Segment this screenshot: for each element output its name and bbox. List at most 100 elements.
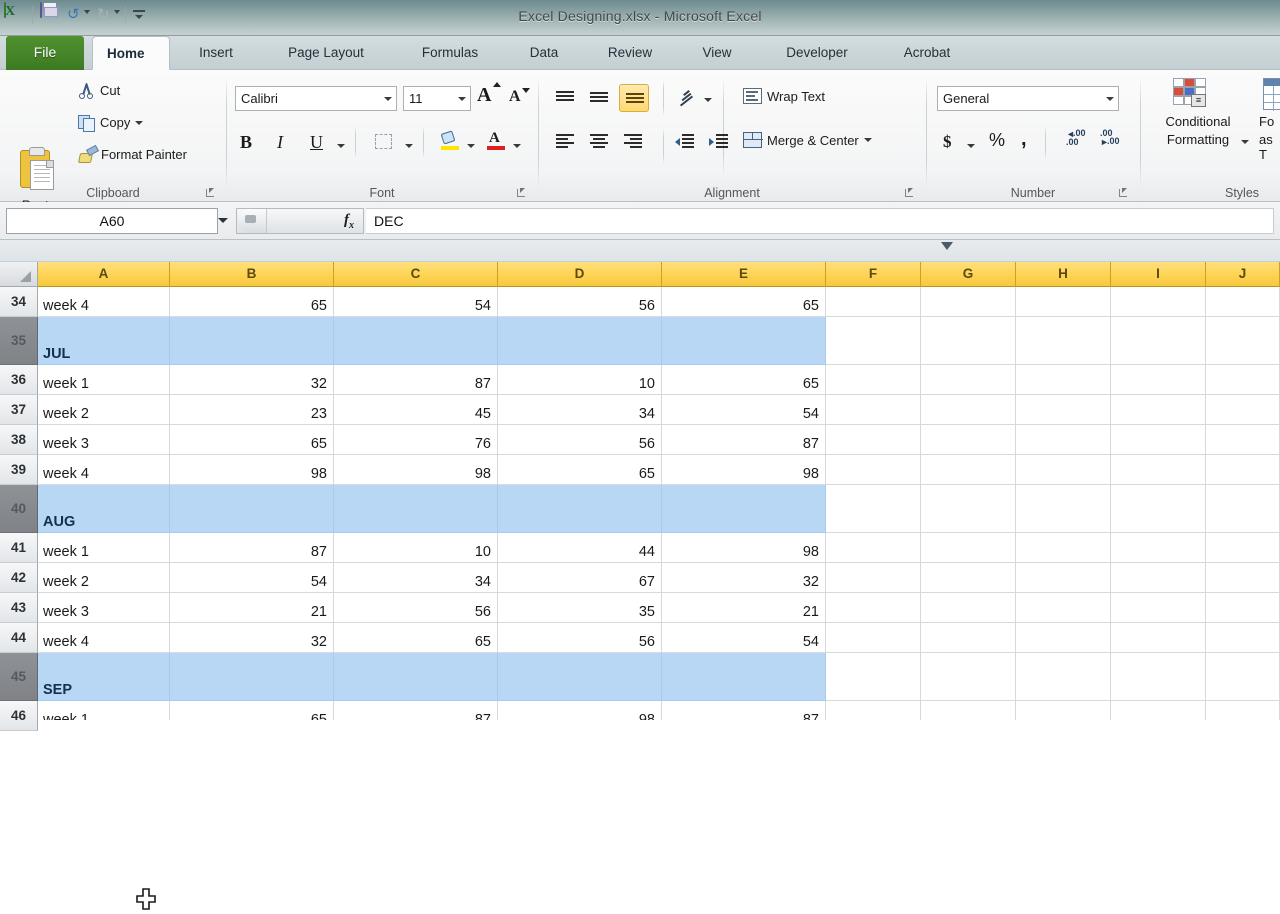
cell-J37[interactable] <box>1206 395 1280 425</box>
row-header-35[interactable]: 35 <box>0 317 38 365</box>
tab-home[interactable]: Home <box>92 36 170 70</box>
cell-F41[interactable] <box>826 533 921 563</box>
number-format-chevron-down-icon[interactable] <box>1101 87 1118 110</box>
cell-I37[interactable] <box>1111 395 1206 425</box>
cell-B35[interactable] <box>170 317 334 365</box>
cell-A37[interactable]: week 2 <box>38 395 170 425</box>
cell-I40[interactable] <box>1111 485 1206 533</box>
cell-B37[interactable]: 23 <box>170 395 334 425</box>
cell-I38[interactable] <box>1111 425 1206 455</box>
cell-J43[interactable] <box>1206 593 1280 623</box>
cell-F45[interactable] <box>826 653 921 701</box>
cell-B44[interactable]: 32 <box>170 623 334 653</box>
cell-D37[interactable]: 34 <box>498 395 662 425</box>
cell-D34[interactable]: 56 <box>498 287 662 317</box>
cell-G46[interactable] <box>921 701 1016 720</box>
tab-file[interactable]: File <box>6 36 84 70</box>
conditional-formatting-label-line1[interactable]: Conditional <box>1143 114 1253 129</box>
cell-C34[interactable]: 54 <box>334 287 498 317</box>
cell-F34[interactable] <box>826 287 921 317</box>
row-header-36[interactable]: 36 <box>0 365 38 395</box>
borders-icon[interactable] <box>375 134 392 149</box>
cell-F46[interactable] <box>826 701 921 720</box>
align-left-icon[interactable] <box>555 134 575 150</box>
cell-A45[interactable]: SEP <box>38 653 170 701</box>
cell-C42[interactable]: 34 <box>334 563 498 593</box>
cell-E43[interactable]: 21 <box>662 593 826 623</box>
align-center-icon[interactable] <box>589 134 609 150</box>
row-header-44[interactable]: 44 <box>0 623 38 653</box>
cell-F36[interactable] <box>826 365 921 395</box>
row-header-46[interactable]: 46 <box>0 701 38 731</box>
cell-F44[interactable] <box>826 623 921 653</box>
cell-B38[interactable]: 65 <box>170 425 334 455</box>
cell-A40[interactable]: AUG <box>38 485 170 533</box>
cell-F43[interactable] <box>826 593 921 623</box>
cell-A46[interactable]: week 1 <box>38 701 170 720</box>
cell-D46[interactable]: 98 <box>498 701 662 720</box>
cell-B36[interactable]: 32 <box>170 365 334 395</box>
cell-E34[interactable]: 65 <box>662 287 826 317</box>
number-format-combo[interactable]: General <box>937 86 1119 111</box>
row-header-39[interactable]: 39 <box>0 455 38 485</box>
cell-I34[interactable] <box>1111 287 1206 317</box>
cell-E41[interactable]: 98 <box>662 533 826 563</box>
cell-F42[interactable] <box>826 563 921 593</box>
row-header-38[interactable]: 38 <box>0 425 38 455</box>
cell-H41[interactable] <box>1016 533 1111 563</box>
cell-H38[interactable] <box>1016 425 1111 455</box>
cell-I36[interactable] <box>1111 365 1206 395</box>
cell-C41[interactable]: 10 <box>334 533 498 563</box>
cell-J42[interactable] <box>1206 563 1280 593</box>
cell-H45[interactable] <box>1016 653 1111 701</box>
orientation-icon[interactable] <box>679 90 699 108</box>
row-header-45[interactable]: 45 <box>0 653 38 701</box>
row-header-34[interactable]: 34 <box>0 287 38 317</box>
cell-D43[interactable]: 35 <box>498 593 662 623</box>
copy-button[interactable]: Copy <box>78 114 144 132</box>
row-header-41[interactable]: 41 <box>0 533 38 563</box>
align-right-icon[interactable] <box>623 134 643 150</box>
cell-H44[interactable] <box>1016 623 1111 653</box>
column-header-g[interactable]: G <box>921 262 1016 287</box>
decrease-decimal-icon[interactable]: .00 ► .00 <box>1095 128 1120 148</box>
cell-A41[interactable]: week 1 <box>38 533 170 563</box>
conditional-formatting-chevron-down-icon[interactable] <box>1241 140 1249 144</box>
cell-C38[interactable]: 76 <box>334 425 498 455</box>
cell-G43[interactable] <box>921 593 1016 623</box>
cell-E42[interactable]: 32 <box>662 563 826 593</box>
cell-A39[interactable]: week 4 <box>38 455 170 485</box>
tab-acrobat[interactable]: Acrobat <box>880 36 974 70</box>
cell-F35[interactable] <box>826 317 921 365</box>
bold-button[interactable]: B <box>240 132 252 153</box>
cell-E44[interactable]: 54 <box>662 623 826 653</box>
cell-I41[interactable] <box>1111 533 1206 563</box>
cell-J36[interactable] <box>1206 365 1280 395</box>
align-top-icon[interactable] <box>555 90 575 106</box>
column-header-j[interactable]: J <box>1206 262 1280 287</box>
cell-E38[interactable]: 87 <box>662 425 826 455</box>
merge-center-chevron-down-icon[interactable] <box>863 138 872 142</box>
column-header-a[interactable]: A <box>38 262 170 287</box>
row-header-43[interactable]: 43 <box>0 593 38 623</box>
cell-G45[interactable] <box>921 653 1016 701</box>
cell-I45[interactable] <box>1111 653 1206 701</box>
cell-H43[interactable] <box>1016 593 1111 623</box>
cell-A43[interactable]: week 3 <box>38 593 170 623</box>
column-header-c[interactable]: C <box>334 262 498 287</box>
cell-D39[interactable]: 65 <box>498 455 662 485</box>
row-header-42[interactable]: 42 <box>0 563 38 593</box>
cell-J41[interactable] <box>1206 533 1280 563</box>
clipboard-dialog-launcher-icon[interactable] <box>205 187 216 198</box>
cell-H37[interactable] <box>1016 395 1111 425</box>
name-box[interactable]: A60 <box>6 208 218 234</box>
conditional-formatting-label-line2[interactable]: Formatting <box>1143 132 1253 147</box>
cell-C45[interactable] <box>334 653 498 701</box>
cell-I46[interactable] <box>1111 701 1206 720</box>
format-as-table-icon[interactable] <box>1263 78 1280 111</box>
cell-E36[interactable]: 65 <box>662 365 826 395</box>
column-header-f[interactable]: F <box>826 262 921 287</box>
tab-view[interactable]: View <box>680 36 754 70</box>
cell-C36[interactable]: 87 <box>334 365 498 395</box>
cell-D36[interactable]: 10 <box>498 365 662 395</box>
